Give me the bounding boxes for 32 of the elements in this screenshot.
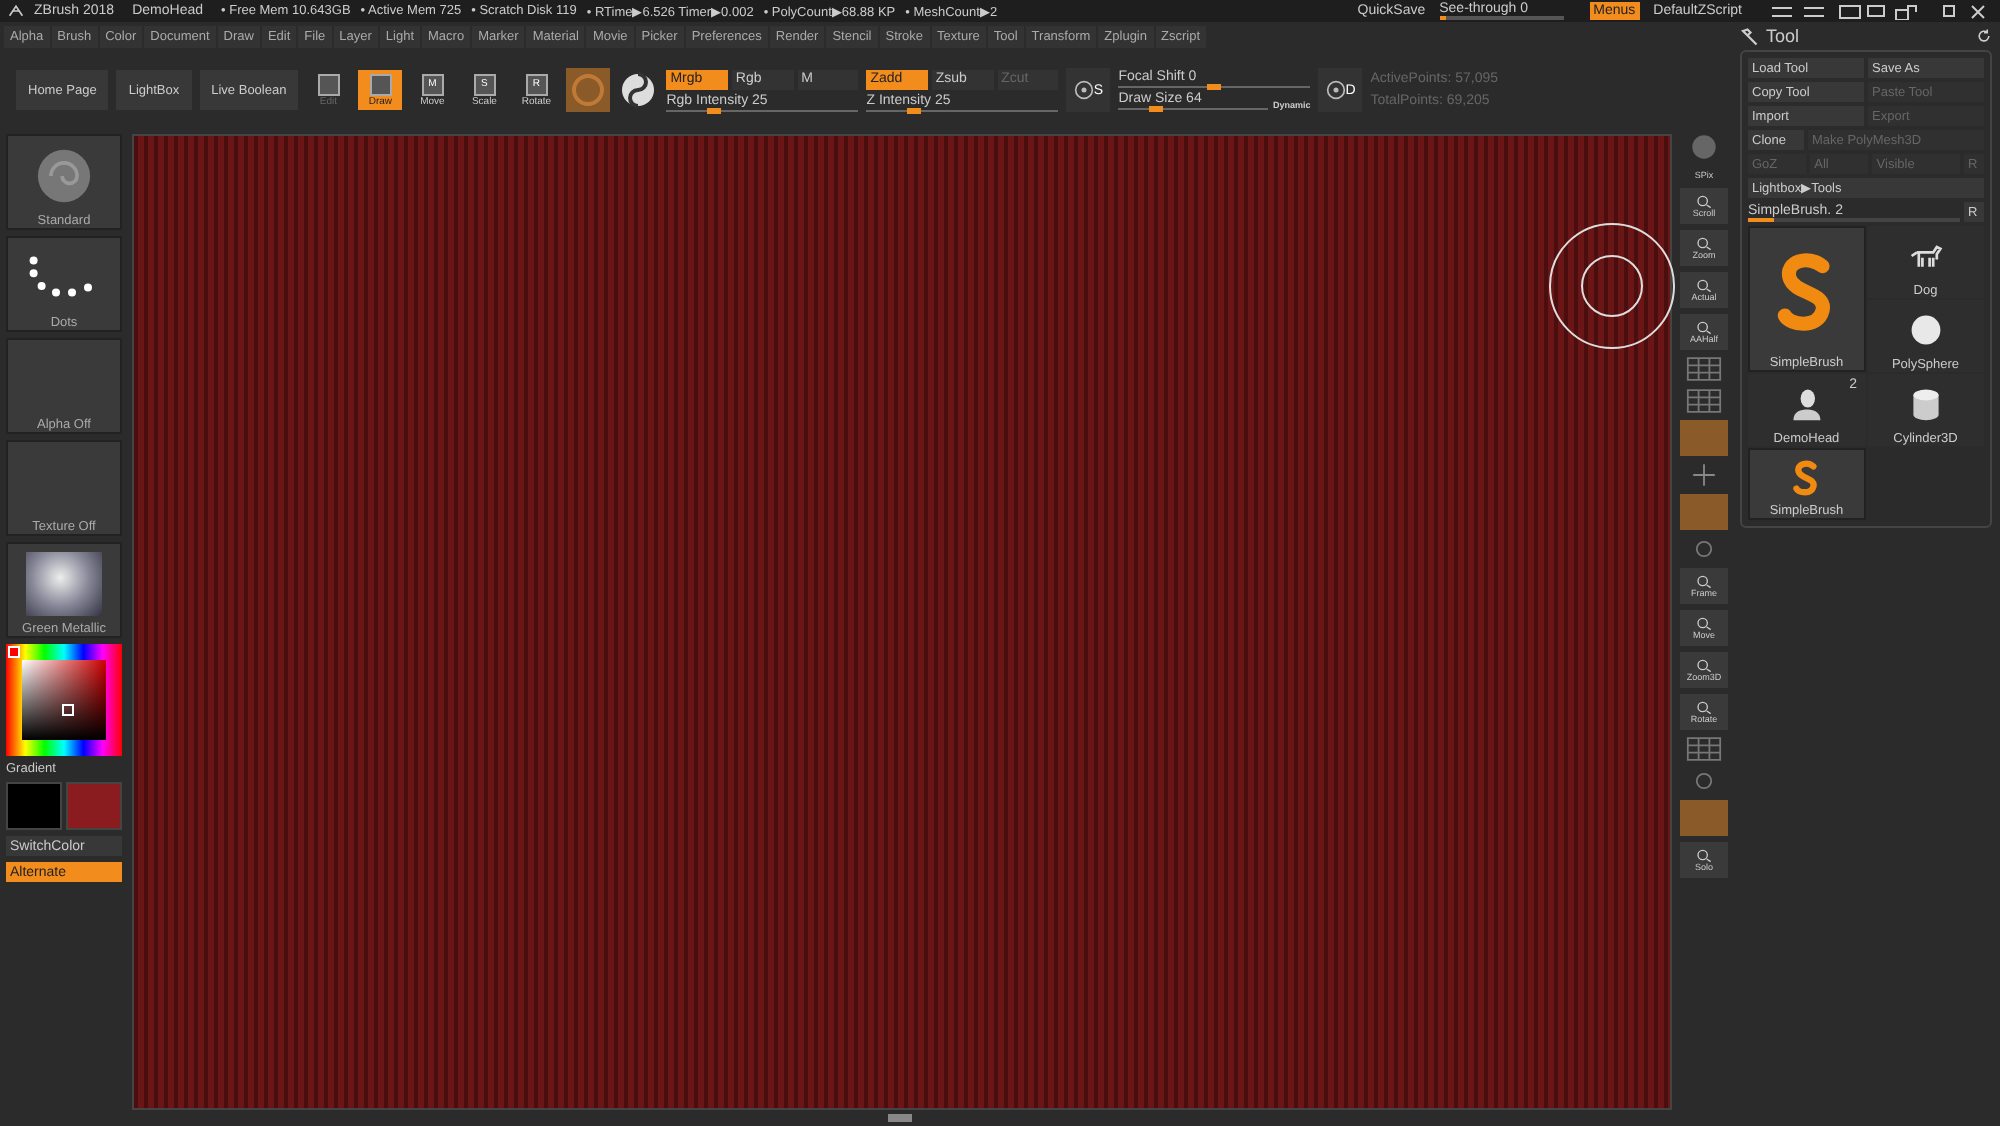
target-icon — [1325, 80, 1346, 100]
material-swatch[interactable] — [566, 68, 611, 112]
color-swatch[interactable] — [66, 782, 122, 830]
magnifier-icon — [1696, 848, 1712, 862]
brush-preview-icon — [36, 147, 92, 203]
color-swatch[interactable] — [6, 782, 62, 830]
target-icon — [1073, 80, 1094, 100]
magnifier-icon — [1696, 658, 1712, 672]
bottom-handle[interactable] — [888, 1114, 912, 1122]
magnifier-icon — [1696, 236, 1712, 250]
grid-icon[interactable] — [1686, 388, 1722, 414]
magnifier-icon — [1696, 574, 1712, 588]
magnifier-icon — [1696, 616, 1712, 630]
grid-icon[interactable] — [1686, 736, 1722, 762]
magnifier-icon — [1696, 320, 1712, 334]
logo-icon — [8, 4, 24, 18]
magnifier-icon — [1696, 700, 1712, 714]
grid-icon[interactable] — [1686, 356, 1722, 382]
sphere-icon — [1907, 311, 1944, 347]
sphere-icon[interactable] — [618, 70, 659, 110]
magnifier-icon — [1696, 194, 1712, 208]
reset-icon[interactable] — [1976, 28, 1992, 44]
cylinder-icon — [1907, 385, 1944, 421]
panel-title: Tool — [1766, 26, 1800, 46]
toggle-icon[interactable] — [1680, 420, 1728, 456]
brush-cursor-icon — [1548, 222, 1676, 350]
hammer-icon — [1740, 27, 1758, 45]
head-bust-icon — [1788, 385, 1825, 421]
toggle-icon[interactable] — [1680, 494, 1728, 530]
magnifier-icon — [1696, 278, 1712, 292]
color-picker[interactable] — [6, 644, 122, 756]
toggle-icon[interactable] — [1680, 800, 1728, 836]
